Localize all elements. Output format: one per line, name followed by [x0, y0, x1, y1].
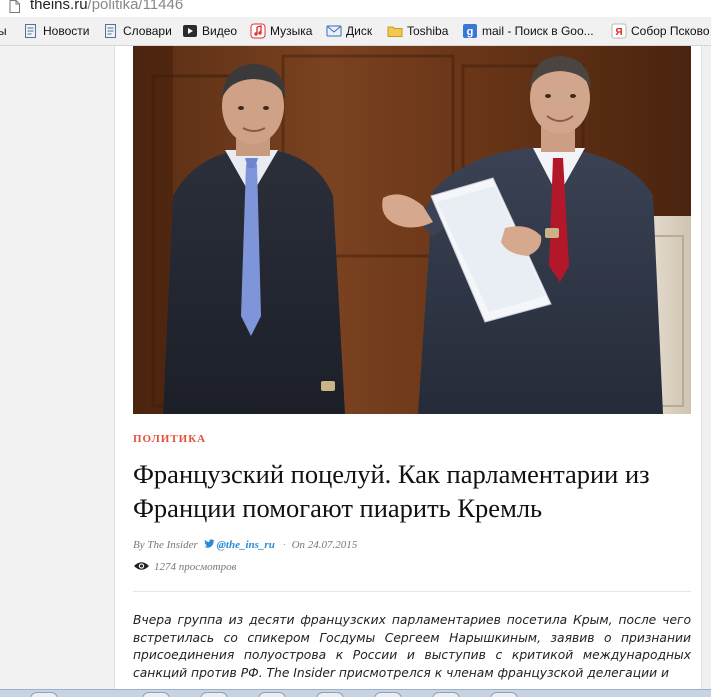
article-title[interactable]: Французский поцелуй. Как парламентарии и…: [133, 457, 693, 525]
play-icon: [183, 25, 197, 37]
category-label[interactable]: ПОЛИТИКА: [133, 433, 206, 445]
view-count-text: 1274 просмотров: [154, 561, 237, 573]
url-host: theins.ru: [30, 0, 88, 13]
yandex-icon: Я: [611, 23, 627, 39]
address-bar[interactable]: theins.ru/politika/11446: [0, 0, 711, 17]
taskbar-button[interactable]: [490, 692, 518, 697]
taskbar-button[interactable]: [374, 692, 402, 697]
eye-icon: [134, 562, 149, 570]
svg-text:Я: Я: [615, 27, 622, 38]
taskbar-button[interactable]: [432, 692, 460, 697]
bookmark-label: mail - Поиск в Goo...: [482, 24, 594, 38]
page-icon: [9, 0, 20, 13]
bookmark-label: Диск: [346, 24, 373, 38]
bookmarks-bar: ы Новости Словари Видео: [0, 17, 711, 46]
bookmark-label: Toshiba: [407, 24, 449, 38]
byline-author: By The Insider: [133, 539, 198, 551]
page-left-margin: [0, 46, 115, 691]
bookmark-label: Собор Псково: [631, 24, 710, 38]
bookmark-label: ы: [0, 23, 7, 39]
divider: [133, 591, 691, 592]
taskbar-button[interactable]: [200, 692, 228, 697]
publish-date: On 24.07.2015: [291, 539, 358, 551]
twitter-icon: [204, 539, 215, 548]
taskbar-button[interactable]: [258, 692, 286, 697]
article-photo[interactable]: [133, 46, 691, 414]
folder-icon: [387, 26, 403, 37]
bookmark-label: Музыка: [270, 24, 313, 38]
taskbar: [0, 689, 711, 697]
url-text[interactable]: theins.ru/politika/11446: [30, 0, 183, 13]
page-icon: [25, 24, 36, 38]
url-path: /politika/11446: [87, 0, 184, 13]
page-left-border: [114, 46, 115, 691]
article-lead: Вчера группа из десяти французских парла…: [133, 613, 691, 680]
browser-window: theins.ru/politika/11446 ы Новости Слова…: [0, 0, 711, 697]
view-counter: 1274 просмотров: [133, 560, 236, 574]
taskbar-button[interactable]: [142, 692, 170, 697]
bookmark-label: Словари: [123, 24, 172, 38]
taskbar-button[interactable]: [316, 692, 344, 697]
music-icon: [250, 23, 266, 39]
article-byline: By The Insider @the_ins_ru · On 24.07.2015: [133, 538, 357, 552]
mail-icon: [326, 25, 342, 37]
taskbar-button[interactable]: [30, 692, 58, 697]
google-icon: g: [463, 24, 477, 38]
byline-separator: ·: [282, 539, 286, 551]
page-icon: [105, 24, 116, 38]
bookmark-label: Видео: [202, 24, 238, 38]
twitter-handle-link[interactable]: @the_ins_ru: [217, 539, 275, 551]
article-photo-illustration: [133, 46, 691, 414]
scrollbar[interactable]: [701, 46, 711, 691]
bookmark-label: Новости: [43, 24, 90, 38]
svg-text:g: g: [467, 26, 474, 38]
